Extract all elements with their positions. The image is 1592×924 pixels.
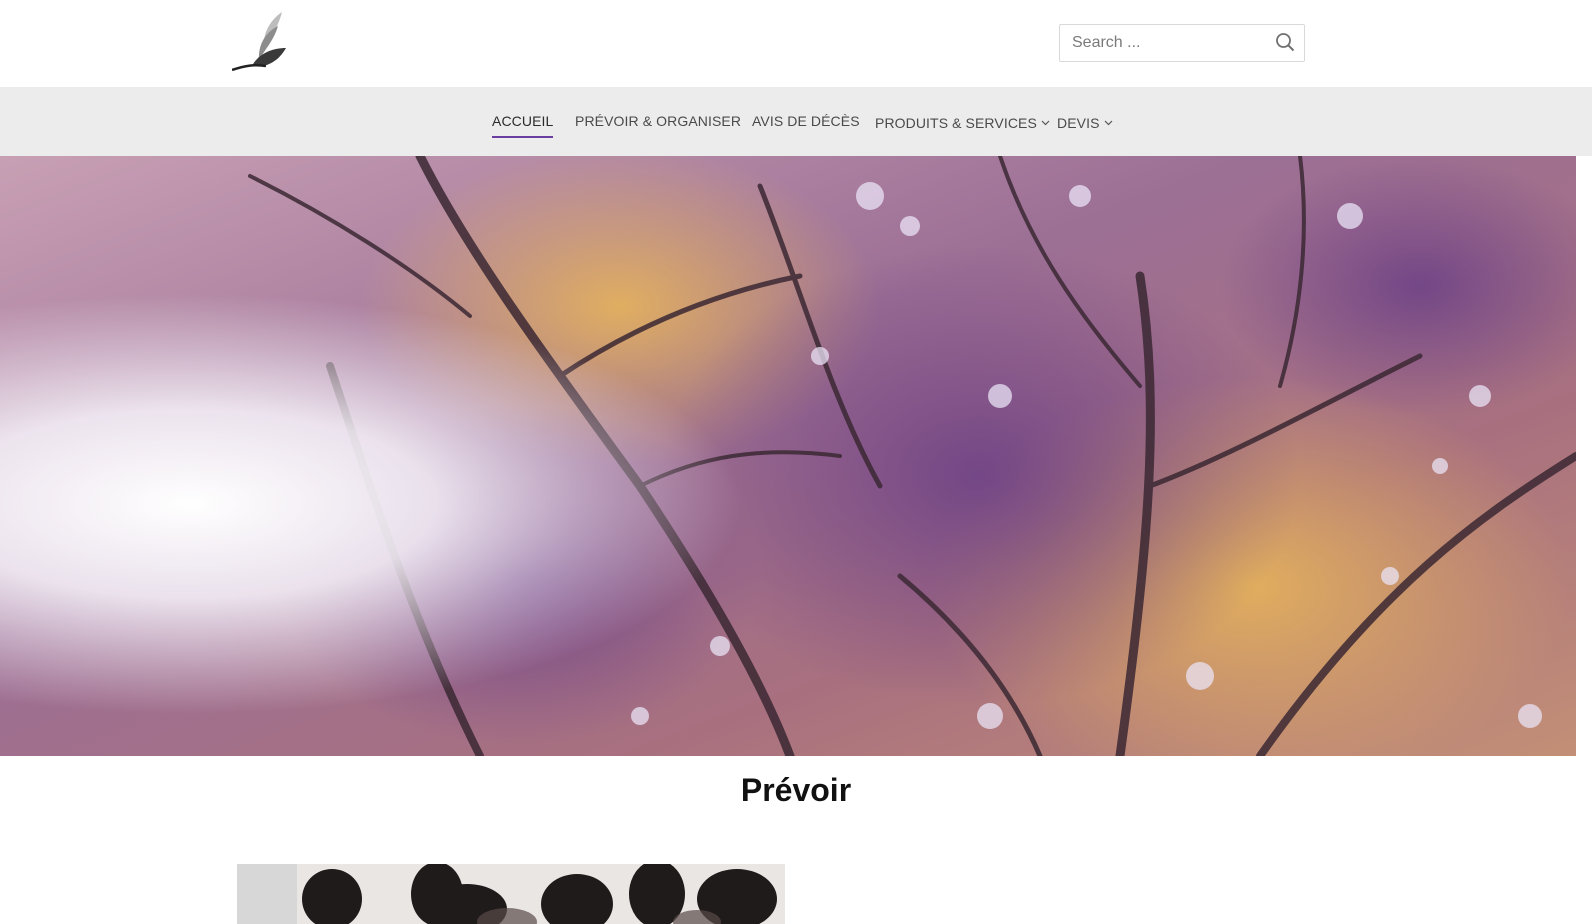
site-header [0, 0, 1592, 87]
hero-image [0, 156, 1576, 756]
nav-item-label: DEVIS [1057, 115, 1100, 131]
section-title: Prévoir [740, 772, 852, 808]
nav-item-label: PRODUITS & SERVICES [875, 115, 1037, 131]
search-icon [1275, 33, 1295, 55]
main-navigation: ACCUEIL PRÉVOIR & ORGANISER AVIS DE DÉCÈ… [0, 87, 1592, 156]
search-box [1059, 24, 1305, 62]
nav-item-accueil[interactable]: ACCUEIL [492, 113, 554, 138]
leaf-logo-icon[interactable] [231, 8, 290, 74]
nav-item-avis-de-deces[interactable]: AVIS DE DÉCÈS [752, 113, 860, 135]
nav-item-prevoir-organiser[interactable]: PRÉVOIR & ORGANISER [575, 113, 741, 135]
search-button[interactable] [1274, 32, 1296, 54]
chevron-down-icon [1041, 113, 1050, 129]
article-image[interactable] [237, 864, 785, 924]
chevron-down-icon [1104, 113, 1113, 129]
nav-item-produits-services[interactable]: PRODUITS & SERVICES [875, 113, 1050, 135]
search-input[interactable] [1060, 25, 1260, 61]
nav-item-devis[interactable]: DEVIS [1057, 113, 1113, 135]
page: ACCUEIL PRÉVOIR & ORGANISER AVIS DE DÉCÈ… [0, 0, 1592, 924]
